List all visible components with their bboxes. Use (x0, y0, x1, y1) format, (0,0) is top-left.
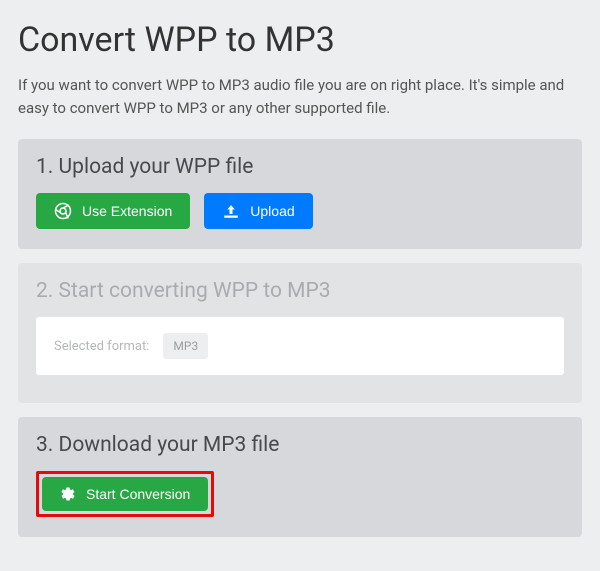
use-extension-button[interactable]: Use Extension (36, 193, 190, 229)
start-conversion-label: Start Conversion (86, 486, 190, 502)
page-description: If you want to convert WPP to MP3 audio … (18, 74, 582, 119)
gear-icon (60, 486, 76, 502)
format-selector: Selected format: MP3 (36, 317, 564, 375)
upload-icon (222, 203, 240, 219)
upload-button[interactable]: Upload (204, 193, 312, 229)
step-3-panel: 3. Download your MP3 file Start Conversi… (18, 417, 582, 537)
highlight-box: Start Conversion (36, 471, 214, 517)
step-1-title: 1. Upload your WPP file (36, 155, 564, 179)
chrome-icon (54, 202, 72, 220)
start-conversion-button[interactable]: Start Conversion (42, 477, 208, 511)
page-title: Convert WPP to MP3 (18, 20, 582, 60)
step-2-panel: 2. Start converting WPP to MP3 Selected … (18, 263, 582, 403)
format-value[interactable]: MP3 (163, 333, 208, 359)
use-extension-label: Use Extension (82, 203, 172, 219)
step-1-panel: 1. Upload your WPP file Use Extension Up… (18, 139, 582, 249)
upload-label: Upload (250, 203, 294, 219)
step-3-title: 3. Download your MP3 file (36, 433, 564, 457)
step-2-title: 2. Start converting WPP to MP3 (36, 279, 564, 303)
format-label: Selected format: (54, 339, 149, 354)
